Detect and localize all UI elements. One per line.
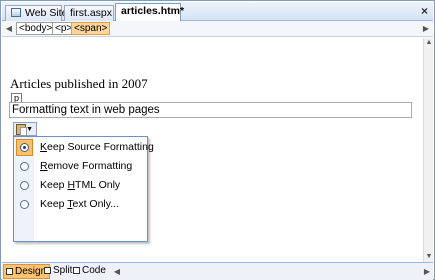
clipboard-icon [16, 124, 27, 136]
view-switcher-bar: Design Split Code ◀ ▶ [2, 262, 433, 280]
menu-item-remove-formatting[interactable]: Remove Formatting [15, 157, 146, 176]
menu-item-label: Keep Text Only... [40, 198, 119, 210]
vertical-scrollbar[interactable]: ▲ ▼ [423, 38, 433, 262]
website-icon [11, 8, 21, 17]
tag-span[interactable]: <span> [71, 22, 111, 35]
tag-navigator: ◀ <body> <p> <span> ▶ [2, 21, 433, 37]
menu-item-keep-source-formatting[interactable]: Keep Source Formatting [15, 138, 154, 157]
design-icon [6, 268, 13, 275]
tab-label: Web Site [25, 7, 68, 19]
design-surface[interactable]: Articles published in 2007 p Formatting … [2, 38, 433, 262]
scroll-up-icon[interactable]: ▲ [424, 38, 434, 48]
radio-icon [20, 181, 29, 190]
code-icon [73, 267, 80, 274]
menu-item-label: Keep Source Formatting [40, 141, 154, 153]
paste-options-menu: Keep Source Formatting Remove Formatting… [13, 136, 154, 242]
code-view-button[interactable]: Code [71, 264, 109, 279]
radio-icon [20, 200, 29, 209]
tab-first-aspx[interactable]: first.aspx [64, 5, 114, 21]
close-icon[interactable]: × [421, 4, 428, 18]
editor-window: Web Site first.aspx articles.htm* × ◀ <b… [0, 0, 435, 280]
selected-span-text[interactable]: Formatting text in web pages [9, 102, 412, 118]
tag-body[interactable]: <body> [16, 22, 56, 35]
menu-item-label: Remove Formatting [40, 160, 133, 172]
tab-articles-htm[interactable]: articles.htm* [115, 3, 185, 22]
page-heading: Articles published in 2007 [10, 76, 148, 91]
scroll-down-icon[interactable]: ▼ [424, 252, 434, 262]
paste-options-button[interactable]: ▼ [13, 122, 37, 136]
scroll-left-icon[interactable]: ◀ [4, 23, 14, 35]
chevron-down-icon: ▼ [26, 126, 33, 133]
horizontal-scrollbar[interactable]: ◀ ▶ [112, 265, 432, 278]
menu-item-keep-html-only[interactable]: Keep HTML Only [15, 176, 146, 195]
menu-item-label: Keep HTML Only [40, 179, 121, 191]
scroll-left-icon[interactable]: ◀ [112, 265, 122, 278]
scroll-right-icon[interactable]: ▶ [422, 265, 432, 278]
radio-icon [20, 162, 29, 171]
tab-label: articles.htm* [121, 5, 185, 17]
menu-item-keep-text-only[interactable]: Keep Text Only... [15, 195, 146, 214]
tab-web-site[interactable]: Web Site [5, 5, 67, 21]
tab-label: first.aspx [70, 7, 113, 19]
document-tab-strip: Web Site first.aspx articles.htm* × [2, 2, 433, 22]
radio-selected-icon [20, 143, 29, 152]
split-icon [44, 267, 51, 274]
scroll-right-icon[interactable]: ▶ [421, 23, 431, 35]
